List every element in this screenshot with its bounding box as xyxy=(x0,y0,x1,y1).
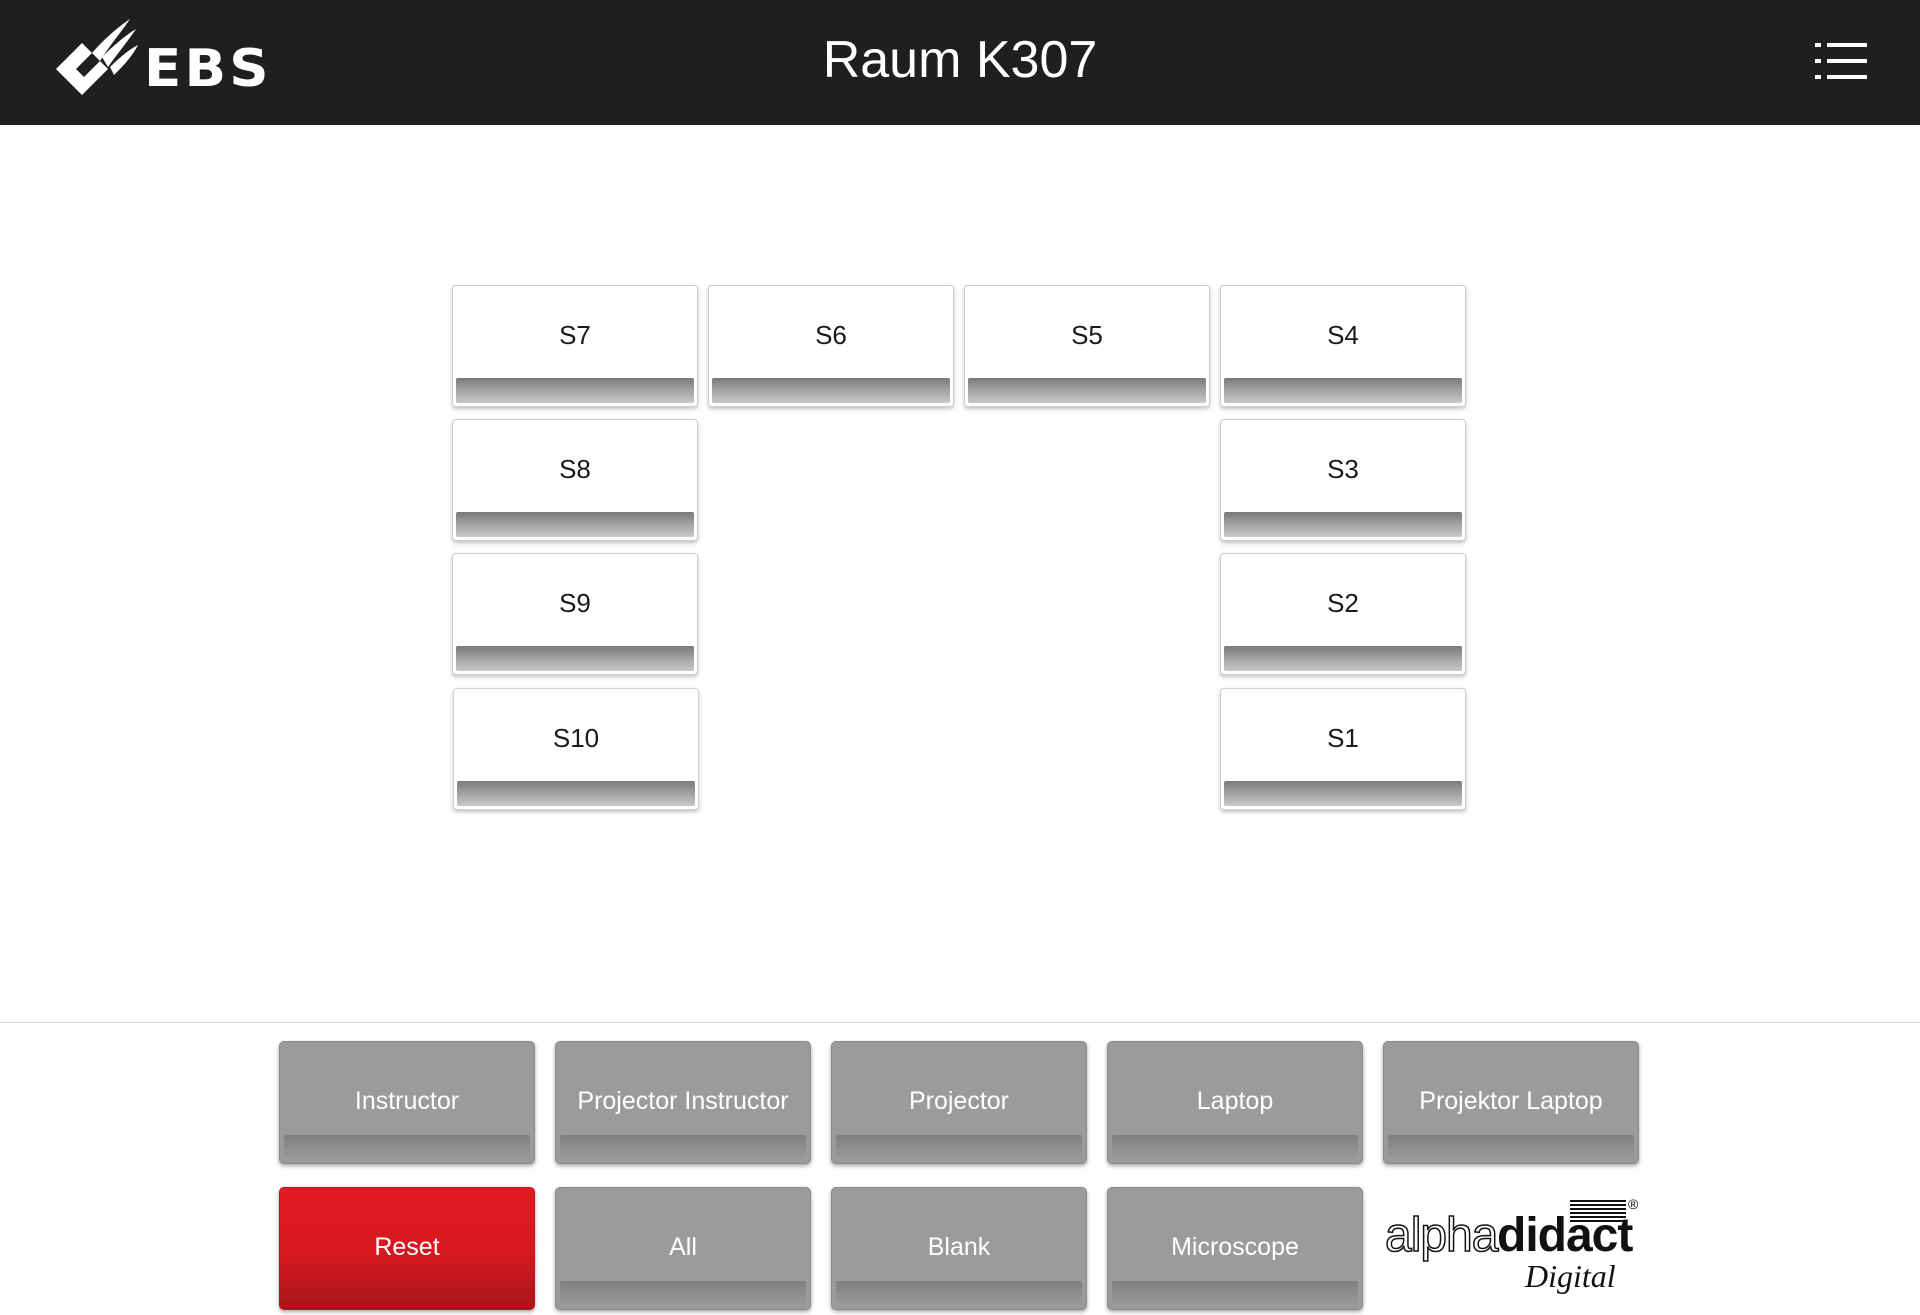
logo-didact-text: didact xyxy=(1497,1209,1633,1262)
top-bar: EBS Raum K307 xyxy=(0,0,1920,125)
seat-label: S2 xyxy=(1327,588,1359,618)
seat-s9[interactable]: S9 xyxy=(452,553,698,675)
registered-mark: ® xyxy=(1628,1196,1639,1212)
button-status-bar xyxy=(836,1135,1082,1159)
projector-button[interactable]: Projector xyxy=(831,1041,1087,1164)
seat-label: S5 xyxy=(1071,320,1103,350)
seat-s3[interactable]: S3 xyxy=(1220,419,1466,541)
button-status-bar xyxy=(836,1281,1082,1305)
button-label: Blank xyxy=(927,1233,991,1261)
divider xyxy=(0,1022,1920,1023)
all-button[interactable]: All xyxy=(555,1187,811,1310)
seat-s4[interactable]: S4 xyxy=(1220,285,1466,407)
seat-s7[interactable]: S7 xyxy=(452,285,698,407)
button-status-bar xyxy=(1112,1135,1358,1159)
seat-s5[interactable]: S5 xyxy=(964,285,1210,407)
seat-s10[interactable]: S10 xyxy=(453,688,699,810)
logo-alpha-text: alpha xyxy=(1384,1208,1499,1263)
list-menu-icon[interactable] xyxy=(1815,40,1867,82)
seat-status-bar xyxy=(456,378,694,403)
button-label: All xyxy=(669,1233,697,1261)
seat-label: S1 xyxy=(1327,723,1359,753)
button-status-bar xyxy=(284,1135,530,1159)
logo-digital-text: Digital xyxy=(1525,1258,1616,1294)
button-label: Microscope xyxy=(1171,1233,1299,1261)
blank-button[interactable]: Blank xyxy=(831,1187,1087,1310)
seat-status-bar xyxy=(1224,512,1462,537)
seat-status-bar xyxy=(456,512,694,537)
button-label: Projector Instructor xyxy=(577,1087,789,1115)
button-label: Laptop xyxy=(1196,1087,1274,1115)
seat-label: S10 xyxy=(552,723,600,753)
seat-status-bar xyxy=(1224,781,1462,806)
seat-label: S3 xyxy=(1327,454,1359,484)
button-status-bar xyxy=(560,1135,806,1159)
button-label: Projector xyxy=(908,1087,1010,1115)
seat-status-bar xyxy=(712,378,950,403)
seat-status-bar xyxy=(457,781,695,806)
button-status-bar xyxy=(1112,1281,1358,1305)
seat-label: S4 xyxy=(1327,320,1359,350)
button-status-bar xyxy=(1388,1135,1634,1159)
microscope-button[interactable]: Microscope xyxy=(1107,1187,1363,1310)
seat-s8[interactable]: S8 xyxy=(452,419,698,541)
reset-button[interactable]: Reset xyxy=(279,1187,535,1310)
page-title: Raum K307 xyxy=(822,31,1098,89)
alphadidact-digital-logo: alpha didact Digital ® xyxy=(1384,1196,1640,1300)
seat-label: S8 xyxy=(559,454,591,484)
button-status-bar xyxy=(560,1281,806,1305)
seat-s2[interactable]: S2 xyxy=(1220,553,1466,675)
seat-s1[interactable]: S1 xyxy=(1220,688,1466,810)
projector-instructor-button[interactable]: Projector Instructor xyxy=(555,1041,811,1164)
seat-s6[interactable]: S6 xyxy=(708,285,954,407)
button-label: Reset xyxy=(374,1233,440,1261)
seat-status-bar xyxy=(1224,378,1462,403)
seat-label: S7 xyxy=(559,320,591,350)
seat-status-bar xyxy=(968,378,1206,403)
seat-label: S6 xyxy=(815,320,847,350)
button-label: Instructor xyxy=(354,1087,460,1115)
laptop-button[interactable]: Laptop xyxy=(1107,1041,1363,1164)
seat-status-bar xyxy=(1224,646,1462,671)
instructor-button[interactable]: Instructor xyxy=(279,1041,535,1164)
projektor-laptop-button[interactable]: Projektor Laptop xyxy=(1383,1041,1639,1164)
seat-label: S9 xyxy=(559,588,591,618)
button-label: Projektor Laptop xyxy=(1419,1087,1603,1115)
seat-status-bar xyxy=(456,646,694,671)
